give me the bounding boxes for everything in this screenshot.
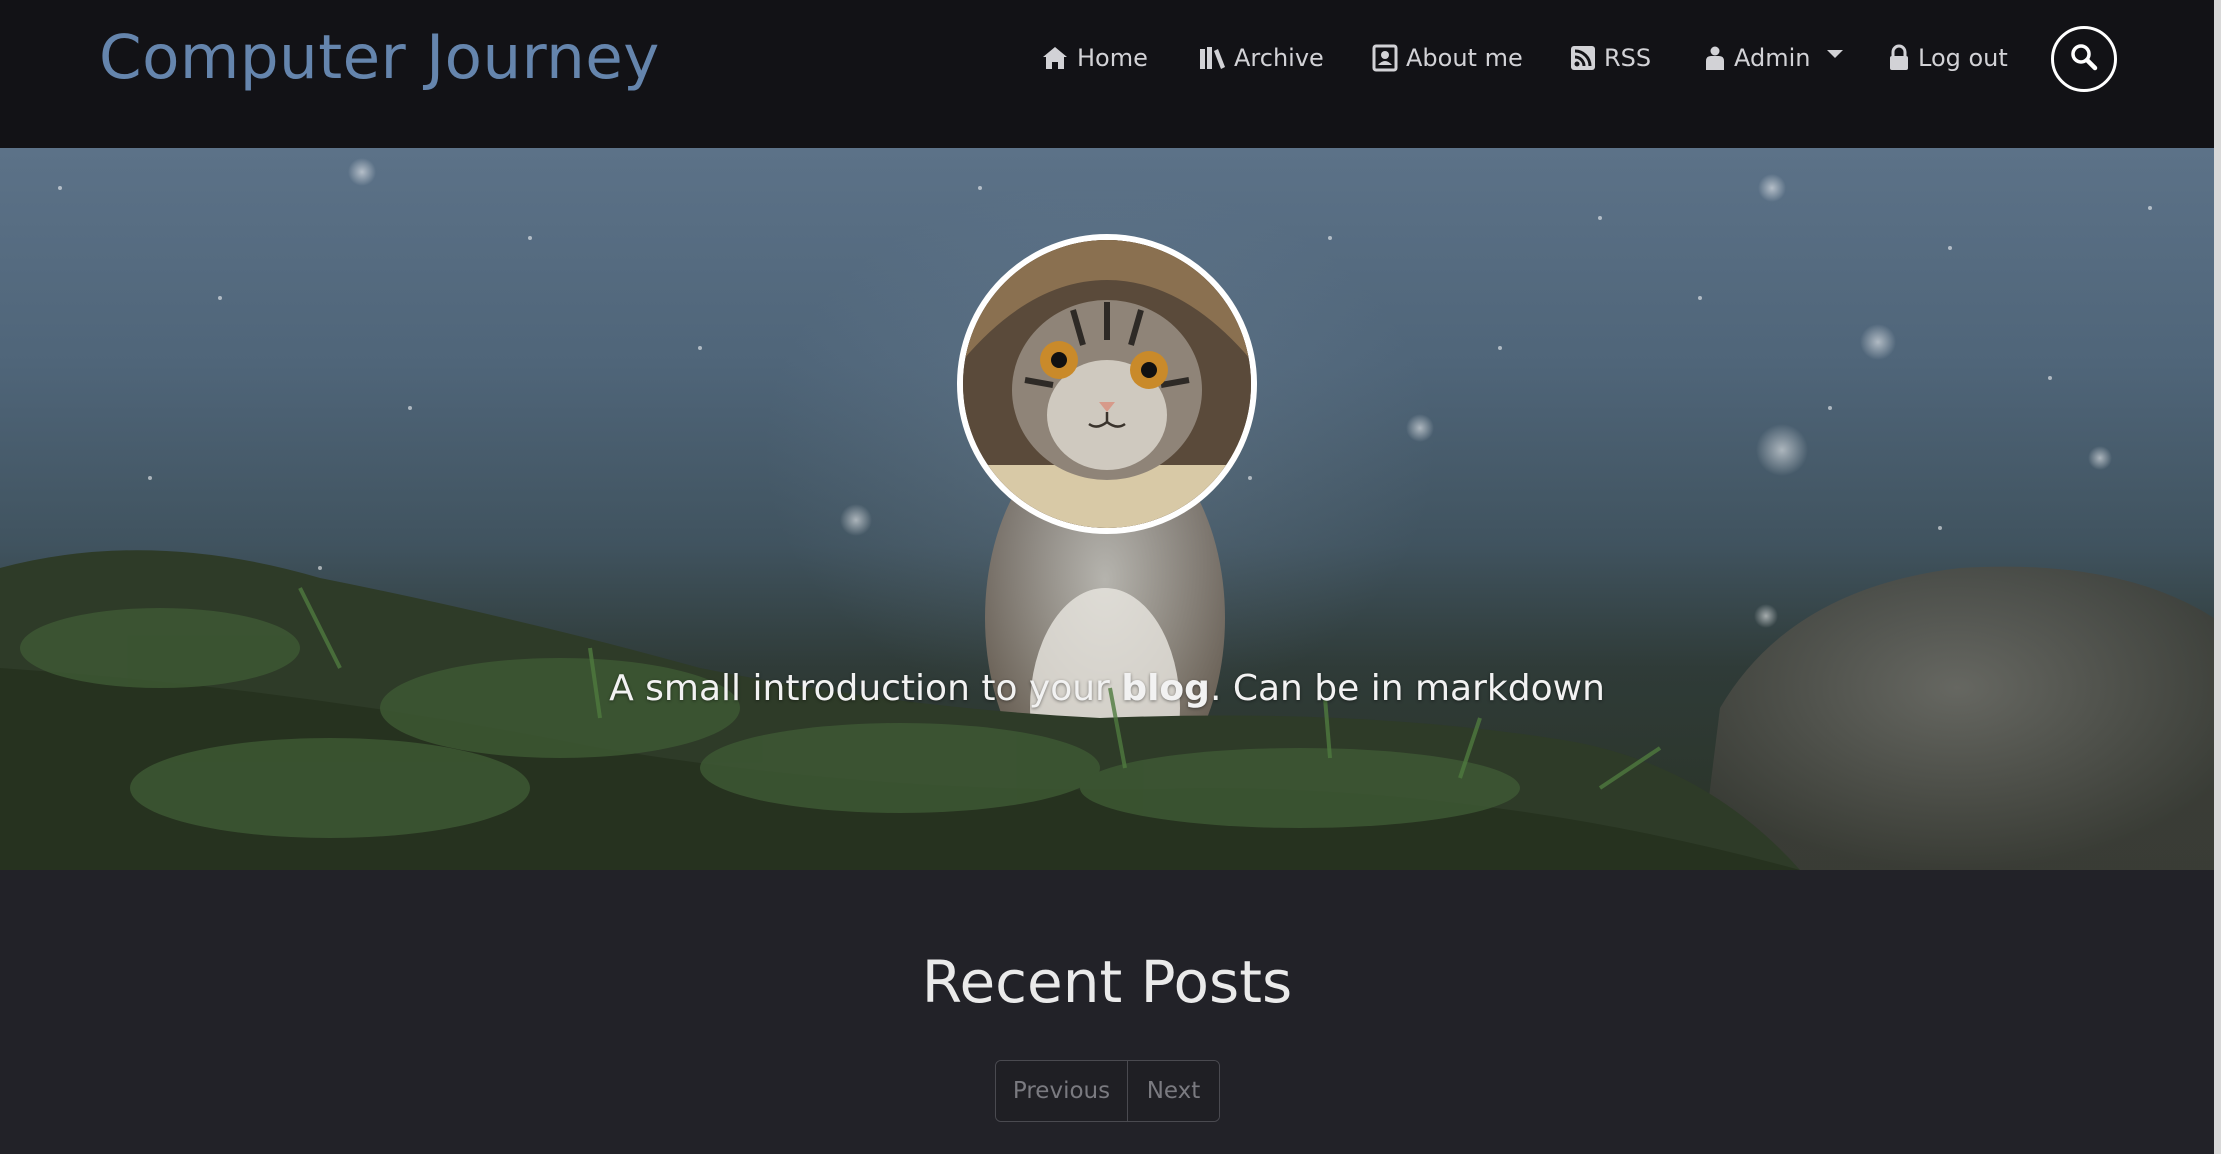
hero-banner: A small introduction to your blog. Can b…	[0, 148, 2214, 870]
contact-card-icon	[1372, 44, 1398, 72]
nav-home[interactable]: Home	[1041, 38, 1148, 78]
next-page-button[interactable]: Next	[1128, 1061, 1219, 1121]
intro-text-end: . Can be in markdown	[1209, 668, 1605, 709]
nav-about[interactable]: About me	[1372, 38, 1523, 78]
nav-rss[interactable]: RSS	[1570, 38, 1651, 78]
books-icon	[1198, 45, 1226, 71]
cat-avatar-image	[963, 240, 1251, 528]
intro-text-bold: blog	[1121, 668, 1210, 709]
chevron-down-icon	[1826, 50, 1843, 58]
recent-posts-section: Recent Posts Previous Next	[0, 870, 2214, 1154]
nav-logout[interactable]: Log out	[1888, 38, 2008, 78]
page-scrollbar[interactable]	[2214, 0, 2221, 1154]
recent-posts-heading: Recent Posts	[921, 948, 1293, 1016]
search-button[interactable]	[2051, 26, 2117, 92]
nav-archive[interactable]: Archive	[1198, 38, 1324, 78]
search-icon	[2069, 42, 2099, 77]
user-icon	[1704, 45, 1726, 71]
nav-rss-label: RSS	[1604, 44, 1652, 72]
blog-intro-text: A small introduction to your blog. Can b…	[0, 668, 2214, 709]
site-title-link[interactable]: Computer Journey	[99, 22, 660, 93]
top-navbar: Computer Journey Home Archive About me R…	[0, 0, 2214, 148]
page: Computer Journey Home Archive About me R…	[0, 0, 2221, 1154]
rss-icon	[1570, 45, 1596, 71]
nav-home-label: Home	[1077, 44, 1148, 72]
home-icon	[1041, 45, 1069, 71]
nav-about-label: About me	[1406, 44, 1523, 72]
pagination: Previous Next	[995, 1060, 1220, 1122]
avatar	[957, 234, 1257, 534]
nav-admin-label: Admin	[1734, 44, 1811, 72]
nav-archive-label: Archive	[1234, 44, 1324, 72]
intro-text-start: A small introduction to your	[609, 668, 1122, 709]
nav-admin-dropdown[interactable]: Admin	[1704, 38, 1843, 78]
nav-logout-label: Log out	[1918, 44, 2008, 72]
previous-page-button[interactable]: Previous	[996, 1061, 1128, 1121]
lock-icon	[1888, 44, 1910, 72]
